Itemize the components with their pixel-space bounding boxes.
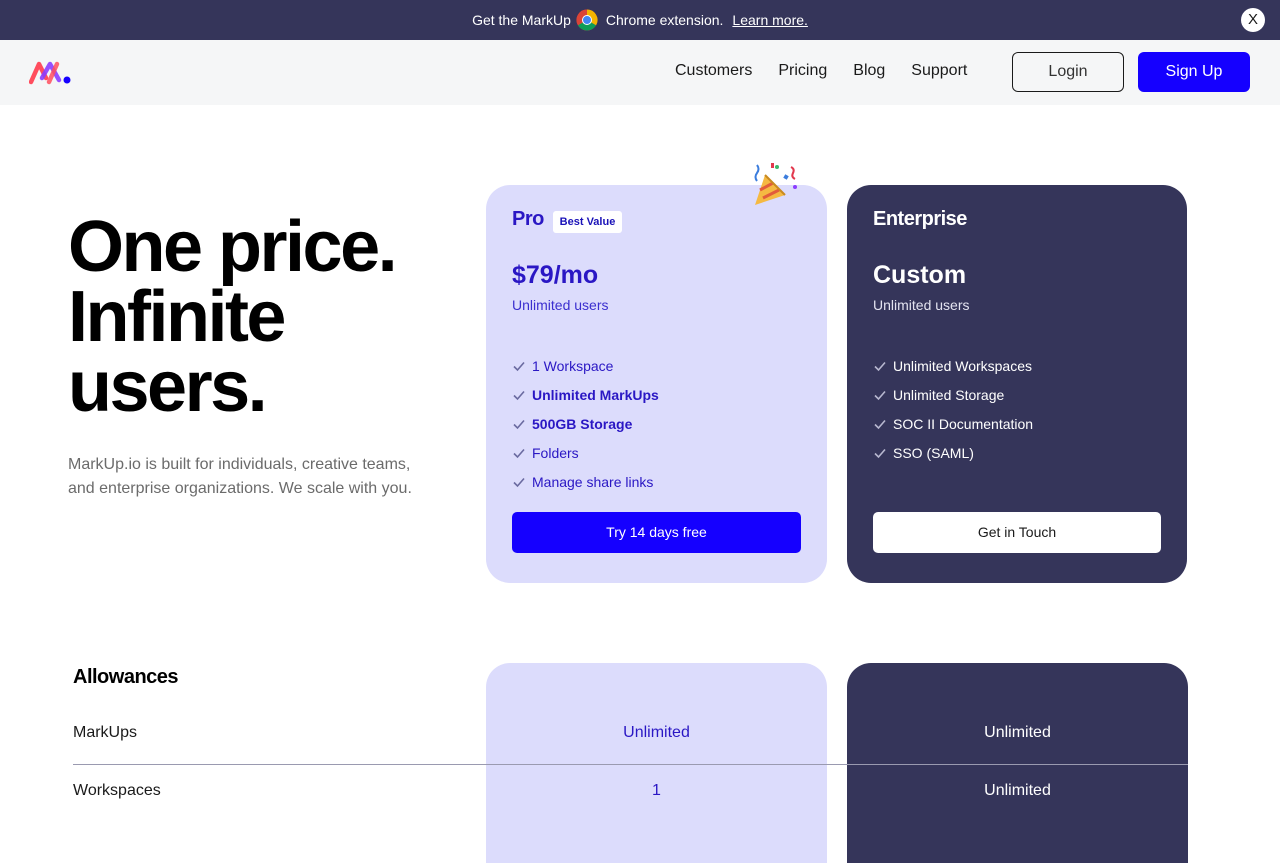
login-button[interactable]: Login bbox=[1012, 52, 1124, 92]
feature-item: Manage share links bbox=[512, 467, 659, 496]
feature-item: Unlimited MarkUps bbox=[512, 380, 659, 409]
feature-label: 500GB Storage bbox=[532, 415, 633, 432]
pro-feature-list: 1 Workspace Unlimited MarkUps 500GB Stor… bbox=[512, 351, 659, 496]
feature-item: SOC II Documentation bbox=[873, 409, 1033, 438]
pro-plan-users: Unlimited users bbox=[512, 297, 609, 313]
allowance-pro-workspaces: 1 bbox=[652, 782, 661, 799]
pro-plan-name: Pro bbox=[512, 208, 544, 230]
feature-item: 1 Workspace bbox=[512, 351, 659, 380]
check-icon bbox=[874, 448, 886, 458]
check-icon bbox=[874, 390, 886, 400]
allowance-row-divider bbox=[73, 764, 1188, 765]
check-icon bbox=[513, 419, 525, 429]
markup-logo[interactable] bbox=[29, 58, 73, 86]
allowances-pro-column bbox=[486, 663, 827, 863]
enterprise-plan-users: Unlimited users bbox=[873, 297, 970, 313]
check-icon bbox=[513, 390, 525, 400]
party-popper-icon bbox=[754, 163, 797, 205]
try-free-button[interactable]: Try 14 days free bbox=[512, 512, 801, 553]
allowance-enterprise-markups: Unlimited bbox=[984, 724, 1051, 741]
enterprise-plan-card: Enterprise Custom Unlimited users Unlimi… bbox=[847, 185, 1187, 583]
feature-item: Unlimited Storage bbox=[873, 380, 1033, 409]
pro-plan-price: $79/mo bbox=[512, 261, 599, 289]
hero-title: One price. Infinite users. bbox=[68, 207, 468, 427]
nav-support[interactable]: Support bbox=[911, 60, 967, 82]
chrome-icon bbox=[576, 9, 598, 31]
feature-label: Unlimited MarkUps bbox=[532, 386, 659, 403]
allowances-enterprise-column bbox=[847, 663, 1188, 863]
feature-label: SOC II Documentation bbox=[893, 415, 1034, 432]
feature-label: 1 Workspace bbox=[532, 357, 614, 374]
site-header: Customers Pricing Blog Support Login Sig… bbox=[0, 40, 1280, 105]
check-icon bbox=[513, 448, 525, 458]
enterprise-feature-list: Unlimited Workspaces Unlimited Storage S… bbox=[873, 351, 1033, 467]
enterprise-plan-price: Custom bbox=[873, 261, 967, 289]
check-icon bbox=[874, 419, 886, 429]
check-icon bbox=[874, 361, 886, 371]
allowance-label-markups: MarkUps bbox=[73, 724, 138, 741]
learn-more-link[interactable]: Learn more. bbox=[732, 12, 807, 28]
hero-title-line-2: Infinite bbox=[68, 277, 286, 357]
nav-pricing[interactable]: Pricing bbox=[778, 60, 827, 82]
feature-item: Unlimited Workspaces bbox=[873, 351, 1033, 380]
signup-button[interactable]: Sign Up bbox=[1138, 52, 1250, 92]
feature-label: Folders bbox=[532, 444, 579, 461]
feature-label: SSO (SAML) bbox=[893, 444, 974, 461]
announcement-bar: Get the MarkUp Chrome extension. Learn m… bbox=[0, 0, 1280, 40]
feature-label: Unlimited Workspaces bbox=[893, 357, 1033, 374]
nav-blog[interactable]: Blog bbox=[853, 60, 885, 82]
main-nav: Customers Pricing Blog Support bbox=[675, 60, 993, 82]
allowance-pro-markups: Unlimited bbox=[623, 724, 690, 741]
allowance-enterprise-workspaces: Unlimited bbox=[984, 782, 1051, 799]
hero-title-line-3: users. bbox=[68, 347, 268, 427]
check-icon bbox=[513, 361, 525, 371]
feature-item: SSO (SAML) bbox=[873, 438, 1033, 467]
close-icon[interactable]: X bbox=[1241, 8, 1265, 32]
get-in-touch-button[interactable]: Get in Touch bbox=[873, 512, 1161, 553]
announcement-text-after: Chrome extension. bbox=[605, 12, 724, 28]
pro-plan-card: Pro Best Value $79/mo Unlimited users 1 … bbox=[486, 185, 827, 583]
feature-item: Folders bbox=[512, 438, 659, 467]
nav-customers[interactable]: Customers bbox=[675, 60, 752, 82]
feature-label: Manage share links bbox=[532, 473, 654, 490]
feature-label: Unlimited Storage bbox=[893, 386, 1005, 403]
announcement-content: Get the MarkUp Chrome extension. Learn m… bbox=[0, 0, 1280, 40]
announcement-text-before: Get the MarkUp bbox=[472, 12, 571, 28]
check-icon bbox=[513, 477, 525, 487]
best-value-badge: Best Value bbox=[553, 211, 622, 233]
hero-subtitle: MarkUp.io is built for individuals, crea… bbox=[68, 456, 412, 497]
enterprise-plan-name: Enterprise bbox=[873, 208, 967, 230]
allowances-title: Allowances bbox=[73, 666, 179, 688]
allowance-label-workspaces: Workspaces bbox=[73, 782, 161, 799]
feature-item: 500GB Storage bbox=[512, 409, 659, 438]
hero-title-line-1: One price. bbox=[68, 207, 398, 287]
